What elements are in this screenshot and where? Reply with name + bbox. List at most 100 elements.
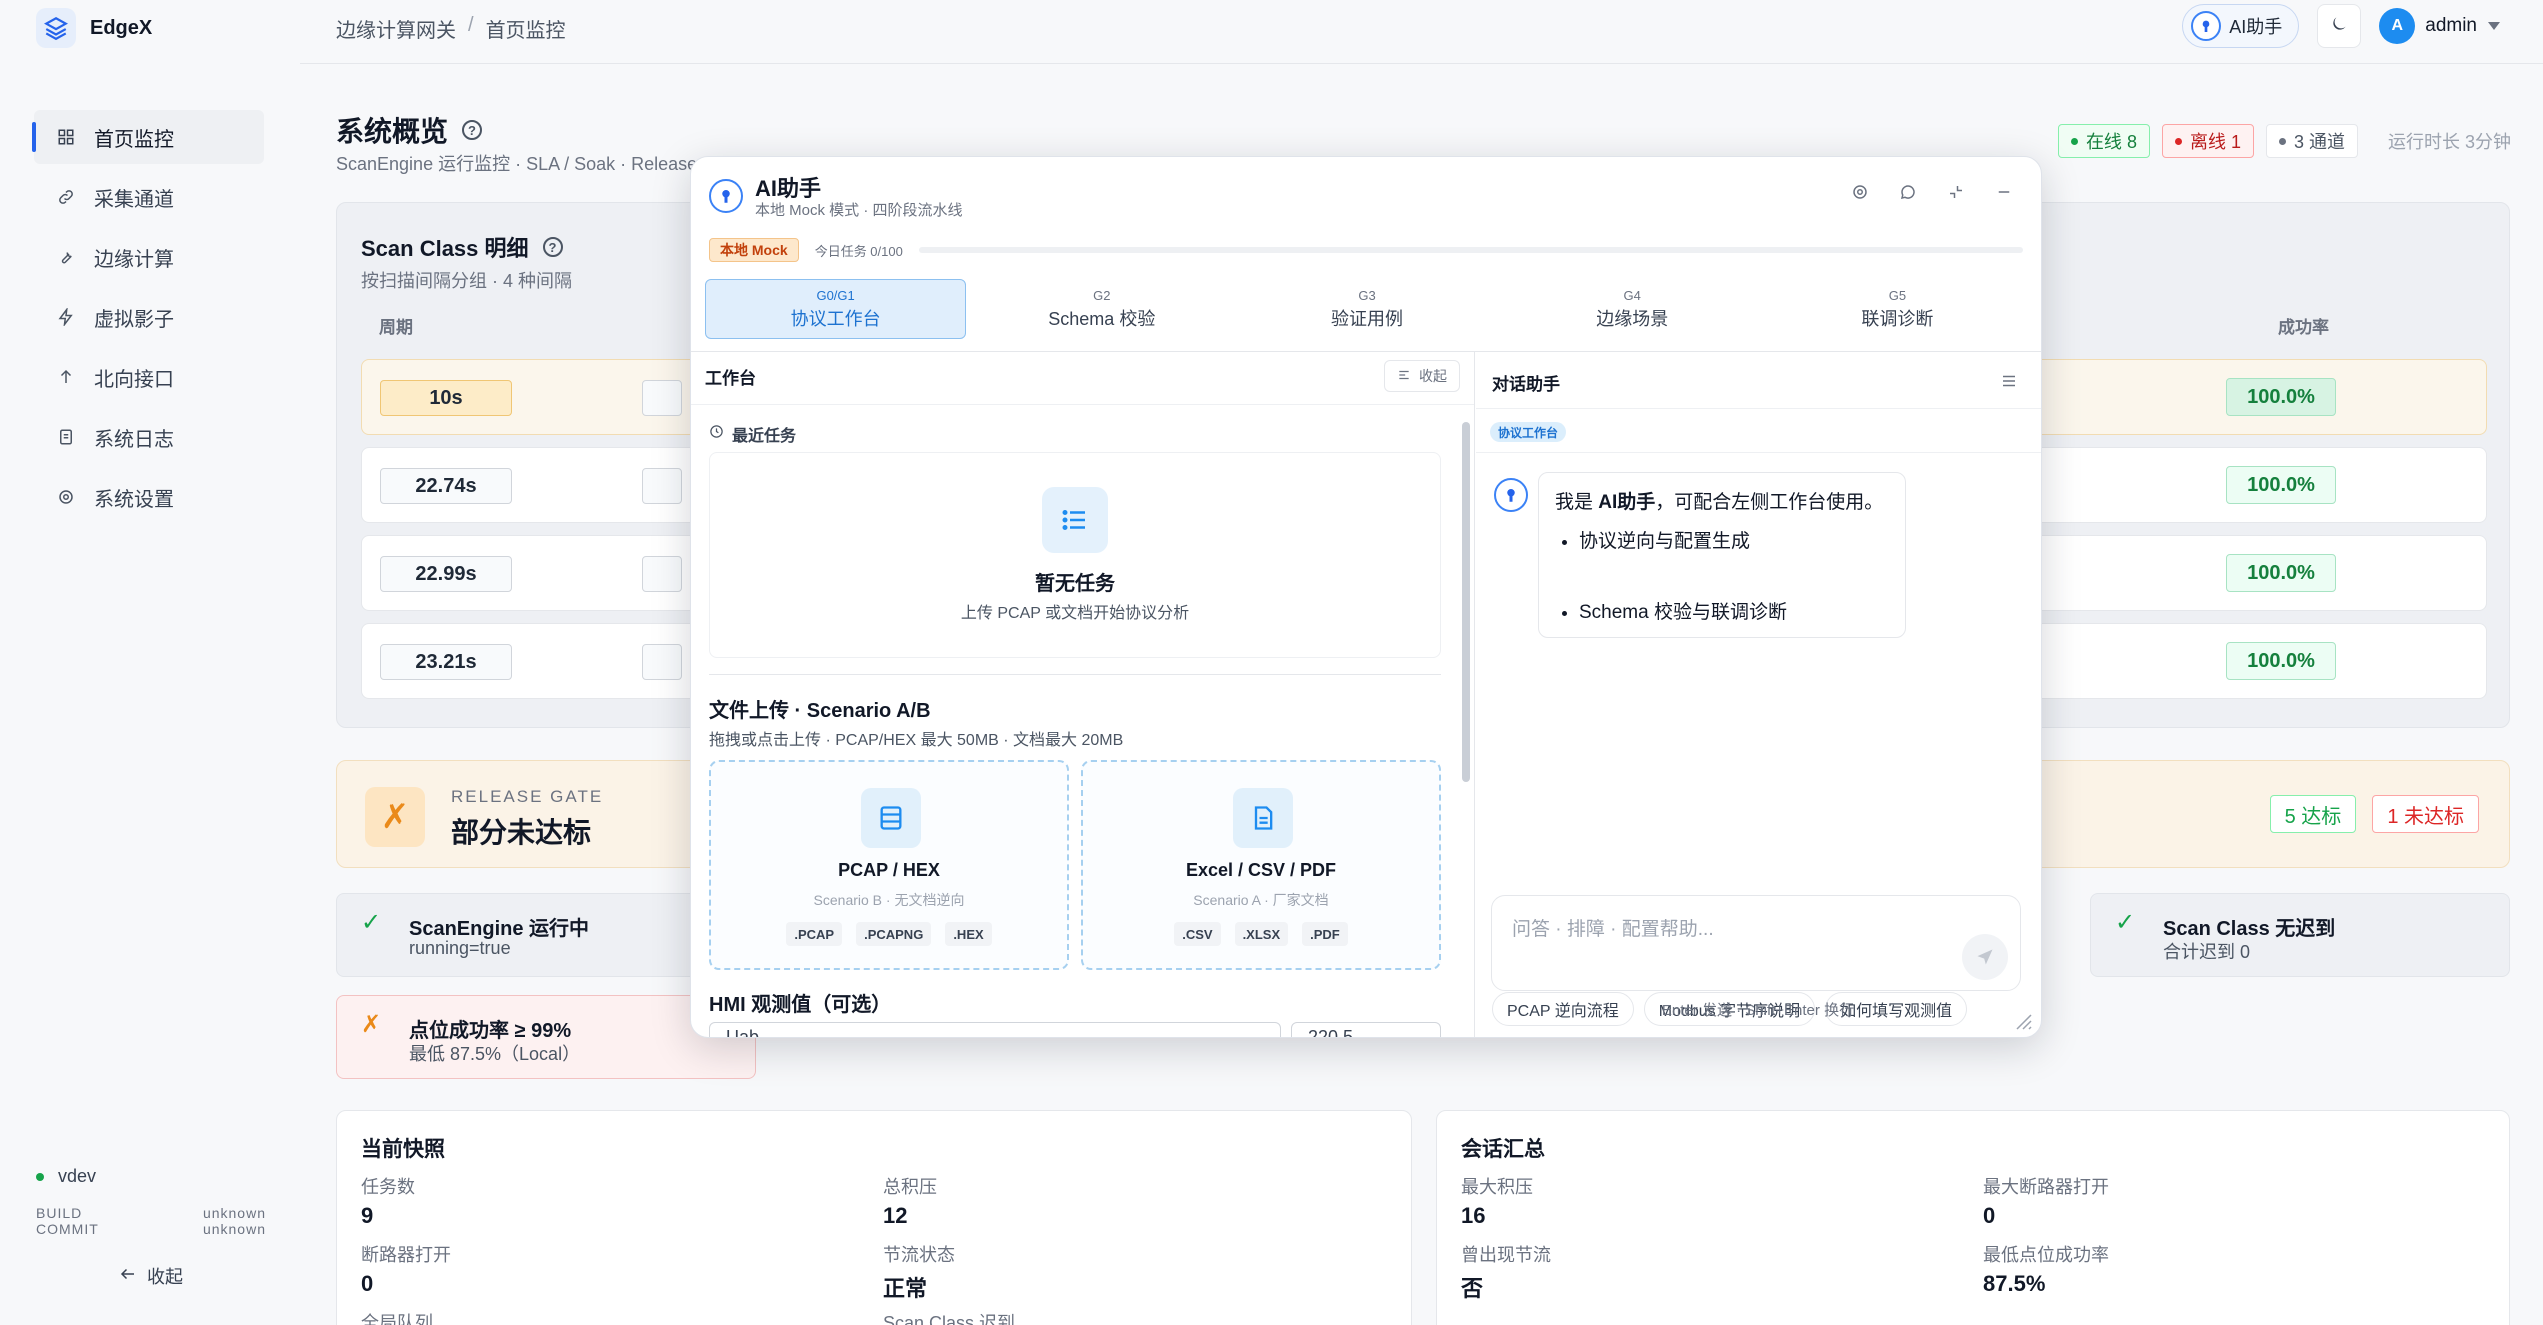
divider — [709, 674, 1441, 675]
scan-class-title-text: Scan Class 明细 — [361, 236, 529, 261]
breadcrumb-item: 首页监控 — [485, 20, 566, 42]
tab-label: 边缘场景 — [1596, 308, 1669, 329]
tab-stage: G4 — [1623, 287, 1641, 303]
rate-cell: 100.0% — [2226, 378, 2336, 416]
offline-dot-icon — [2174, 137, 2182, 145]
stat-item: 曾出现节流 否 — [1461, 1241, 1551, 1303]
check-icon: ✓ — [2115, 909, 2136, 936]
minimize-icon[interactable] — [1993, 181, 2015, 203]
theme-toggle-button[interactable] — [2317, 4, 2362, 48]
session-title: 会话汇总 — [1461, 1138, 1545, 1161]
server-icon — [861, 788, 921, 848]
online-dot-icon — [2070, 137, 2078, 145]
workspace-collapse-button[interactable]: 收起 — [1384, 360, 1460, 392]
panel-subtitle: 本地 Mock 模式 · 四阶段流水线 — [755, 202, 963, 219]
tab-schema-check[interactable]: G2 Schema 校验 — [972, 279, 1231, 339]
stat-label: 最大积压 — [1461, 1177, 1533, 1197]
stat-item: 全局队列 — [361, 1309, 433, 1325]
sidebar-item-northbound[interactable]: 北向接口 — [34, 350, 264, 404]
pcap-dropzone[interactable]: PCAP / HEX Scenario B · 无文档逆向 .PCAP .PCA… — [709, 760, 1069, 970]
page-title: 系统概览 ? — [336, 110, 483, 150]
chat-input[interactable]: 问答 · 排障 · 配置帮助... — [1491, 895, 2021, 991]
minimize-arrows-icon[interactable] — [1945, 181, 1967, 203]
hmi-name-input[interactable]: Uab — [709, 1022, 1281, 1037]
panel-header[interactable]: AI助手 本地 Mock 模式 · 四阶段流水线 — [691, 157, 2041, 233]
tab-joint-diagnosis[interactable]: G5 联调诊断 — [1768, 279, 2027, 339]
version: vdev — [36, 1166, 266, 1187]
breadcrumb: 边缘计算网关 / 首页监控 — [336, 14, 566, 43]
online-badge: 在线 8 — [2057, 124, 2150, 158]
table-cell — [642, 468, 682, 504]
tab-stage: G5 — [1888, 287, 1907, 303]
settings-sliders-icon[interactable] — [1999, 372, 2019, 390]
stat-item: Scan Class 迟到 — [883, 1309, 1015, 1325]
page-title-text: 系统概览 — [336, 116, 449, 147]
gear-icon[interactable] — [1849, 181, 1871, 203]
collapse-sidebar-button[interactable]: 收起 — [36, 1263, 266, 1289]
breadcrumb-separator: / — [468, 14, 474, 36]
file-icon — [1233, 788, 1293, 848]
user-menu[interactable]: A admin — [2379, 8, 2501, 44]
breadcrumb-item[interactable]: 边缘计算网关 — [336, 14, 456, 43]
stat-value: 12 — [883, 1203, 908, 1228]
stat-label: 断路器打开 — [361, 1245, 451, 1265]
tab-edge-scenarios[interactable]: G4 边缘场景 — [1503, 279, 1762, 339]
message-emphasis: AI助手 — [1598, 492, 1656, 513]
sidebar-item-logs[interactable]: 系统日志 — [34, 410, 264, 464]
stat-value: 正常 — [883, 1276, 928, 1301]
document-dropzone[interactable]: Excel / CSV / PDF Scenario A · 厂家文档 .CSV… — [1081, 760, 1441, 970]
recent-tasks-heading: 最近任务 — [709, 422, 796, 446]
build-label: BUILD — [36, 1205, 83, 1221]
empty-state: 暂无任务 上传 PCAP 或文档开始协议分析 — [709, 452, 1441, 658]
message-list: 协议逆向与配置生成 Schema 校验与联调诊断 — [1555, 526, 1889, 624]
dropzone-subtitle: Scenario A · 厂家文档 — [1193, 892, 1329, 908]
robot-icon — [709, 179, 743, 213]
recent-tasks-label: 最近任务 — [732, 428, 797, 445]
tab-stage: G2 — [1093, 287, 1111, 303]
stat-label: 任务数 — [361, 1177, 415, 1197]
tab-test-cases[interactable]: G3 验证用例 — [1237, 279, 1496, 339]
send-button[interactable] — [1962, 934, 2008, 980]
stat-label: 曾出现节流 — [1461, 1245, 1551, 1265]
help-icon[interactable]: ? — [542, 237, 563, 257]
pass-badge: 5 达标 — [2269, 795, 2357, 833]
sidebar-item-settings[interactable]: 系统设置 — [34, 470, 264, 524]
workspace-title: 工作台 — [705, 369, 756, 388]
arrow-up-icon — [56, 367, 76, 387]
uptime: 运行时长 3分钟 — [2387, 132, 2511, 152]
help-icon[interactable]: ? — [462, 120, 483, 140]
extension-badge: .PCAP — [786, 922, 843, 946]
stat-value: 87.5% — [1983, 1271, 2046, 1296]
collapse-label: 收起 — [1419, 368, 1447, 384]
stat-value: 0 — [361, 1271, 374, 1296]
chat-bubble-icon[interactable] — [1897, 181, 1919, 203]
sidebar-item-edge-compute[interactable]: 边缘计算 — [34, 230, 264, 284]
column-header-rate: 成功率 — [2278, 318, 2329, 337]
mock-badge: 本地 Mock — [709, 238, 799, 262]
sidebar-footer: vdev BUILD COMMIT unknown unknown 收起 — [36, 1166, 266, 1289]
divider — [691, 404, 1474, 405]
empty-title: 暂无任务 — [1035, 573, 1115, 595]
rate-cell: 100.0% — [2226, 466, 2336, 504]
scrollbar-thumb[interactable] — [1462, 422, 1470, 782]
status-summary: 在线 8 离线 1 3 通道 运行时长 3分钟 — [2057, 124, 2511, 158]
extension-badge: .PDF — [1302, 922, 1348, 946]
ai-assistant-button[interactable]: AI助手 — [2182, 4, 2300, 48]
resize-handle-icon[interactable] — [2009, 1007, 2033, 1031]
sidebar-item-channels[interactable]: 采集通道 — [34, 170, 264, 224]
hmi-value-input[interactable]: 220.5 — [1291, 1022, 1441, 1037]
stat-item: 最低点位成功率 87.5% — [1983, 1241, 2109, 1297]
workspace-scrollbar[interactable] — [1462, 422, 1470, 1022]
sidebar-item-virtual-shadow[interactable]: 虚拟影子 — [34, 290, 264, 344]
sidebar-item-home[interactable]: 首页监控 — [32, 110, 264, 164]
stat-label: 总积压 — [883, 1177, 937, 1197]
tab-label: Schema 校验 — [1048, 308, 1156, 329]
avatar: A — [2379, 8, 2416, 44]
composer-area: 问答 · 排障 · 配置帮助... Enter 发送 · Shift+Enter… — [1475, 895, 2041, 1037]
brand[interactable]: EdgeX — [36, 8, 152, 48]
divider — [1476, 452, 2041, 453]
tab-protocol-workbench[interactable]: G0/G1 协议工作台 — [705, 279, 967, 339]
session-summary-card: 会话汇总 最大积压 16 最大断路器打开 0 曾出现节流 否 最低点位成功率 8… — [1436, 1110, 2510, 1325]
chevron-down-icon — [2487, 15, 2501, 37]
check-sub: 最低 87.5%（Local） — [409, 1044, 581, 1064]
